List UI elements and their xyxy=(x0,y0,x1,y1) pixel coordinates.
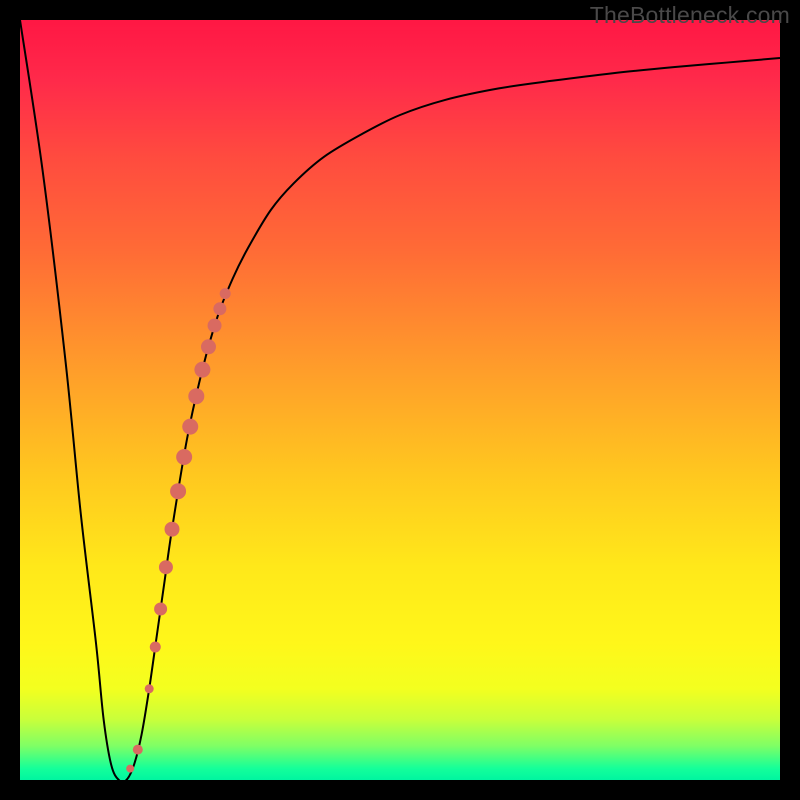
highlight-marker xyxy=(188,388,204,404)
highlight-marker xyxy=(208,319,222,333)
highlight-marker xyxy=(165,522,180,537)
highlight-marker xyxy=(201,339,216,354)
highlight-marker xyxy=(182,419,198,435)
watermark-text: TheBottleneck.com xyxy=(590,2,790,29)
highlight-marker xyxy=(176,449,192,465)
bottleneck-chart xyxy=(20,20,780,780)
highlight-marker xyxy=(145,684,154,693)
highlight-marker xyxy=(159,560,173,574)
highlight-marker xyxy=(150,642,161,653)
highlight-marker xyxy=(194,362,210,378)
highlight-marker xyxy=(133,745,143,755)
gradient-background xyxy=(20,20,780,780)
highlight-marker xyxy=(126,765,134,773)
highlight-marker xyxy=(220,288,231,299)
highlight-marker xyxy=(154,603,167,616)
highlight-marker xyxy=(213,302,226,315)
chart-stage: TheBottleneck.com xyxy=(0,0,800,800)
highlight-marker xyxy=(170,483,186,499)
